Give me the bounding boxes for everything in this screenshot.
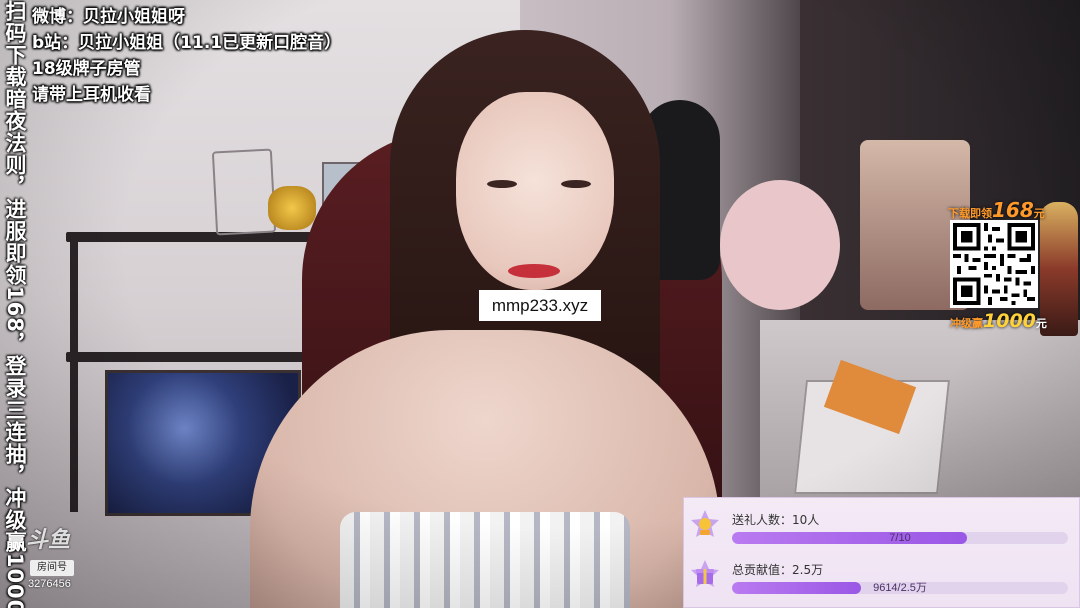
room-id: 3276456 (28, 578, 71, 590)
shelf-middle (66, 352, 306, 362)
fan-badge-line: 18级牌子房管 (32, 59, 141, 79)
contribution-row: 总贡献值：2.5万 9614/2.5万 (684, 552, 1080, 604)
givers-row: 送礼人数：10人 7/10 (684, 502, 1080, 554)
streamer-eye-left (487, 180, 517, 188)
room-number-tag: 房间号 (30, 560, 74, 576)
shelf-post (70, 232, 78, 512)
contribution-progress-text: 9614/2.5万 (873, 582, 927, 594)
ad-top-prefix: 下载即领 (948, 207, 992, 220)
ad-top-amount: 168 (992, 198, 1034, 222)
ad-bottom-prefix: 冲级赢 (950, 317, 983, 330)
streamer-info: 微博：贝拉小姐姐呀 b站：贝拉小姐姐（11.1已更新口腔音） 18级牌子房管 请… (32, 4, 341, 108)
givers-progress-bar: 7/10 (732, 532, 1068, 544)
qr-ad[interactable]: 下载即领168元 冲级赢1000元 (944, 196, 1078, 340)
bilibili-line: b站：贝拉小姐姐（11.1已更新口腔音） (32, 33, 342, 53)
headphones-line: 请带上耳机收看 (32, 85, 151, 105)
trophy-star-icon (688, 508, 722, 542)
qr-code-icon[interactable] (950, 220, 1038, 308)
ad-bottom-unit: 元 (1035, 317, 1047, 330)
fluffy-pillow (720, 180, 840, 310)
stream-video[interactable]: 微博：贝拉小姐姐呀 b站：贝拉小姐姐（11.1已更新口腔音） 18级牌子房管 请… (0, 0, 1080, 608)
ad-bottom-text: 冲级赢1000元 (950, 310, 1060, 336)
contribution-label: 总贡献值：2.5万 (732, 563, 824, 577)
streamer-dress (340, 512, 630, 608)
givers-label: 送礼人数：10人 (732, 513, 820, 527)
gift-progress-panel[interactable]: 送礼人数：10人 7/10 总贡献值：2.5万 9614/2.5万 (683, 497, 1080, 608)
ad-top-unit: 元 (1033, 207, 1045, 220)
vertical-ad-text: 扫码下载暗夜法则，进服即领168，登录三连抽，冲级赢1000 (3, 0, 27, 608)
geometric-vase (211, 148, 277, 236)
givers-progress-text: 7/10 (889, 532, 911, 544)
streamer-lips (508, 264, 560, 278)
contribution-progress-bar: 9614/2.5万 (732, 582, 1068, 594)
douyu-logo: 斗鱼 (26, 528, 71, 553)
streamer-eye-right (561, 180, 591, 188)
gift-box-icon (688, 558, 722, 592)
weibo-line: 微博：贝拉小姐姐呀 (32, 7, 185, 27)
url-watermark: mmp233.xyz (479, 290, 601, 321)
ad-bottom-amount: 1000 (983, 310, 1036, 332)
streamer-face (456, 92, 614, 290)
gold-figurine (268, 186, 316, 230)
